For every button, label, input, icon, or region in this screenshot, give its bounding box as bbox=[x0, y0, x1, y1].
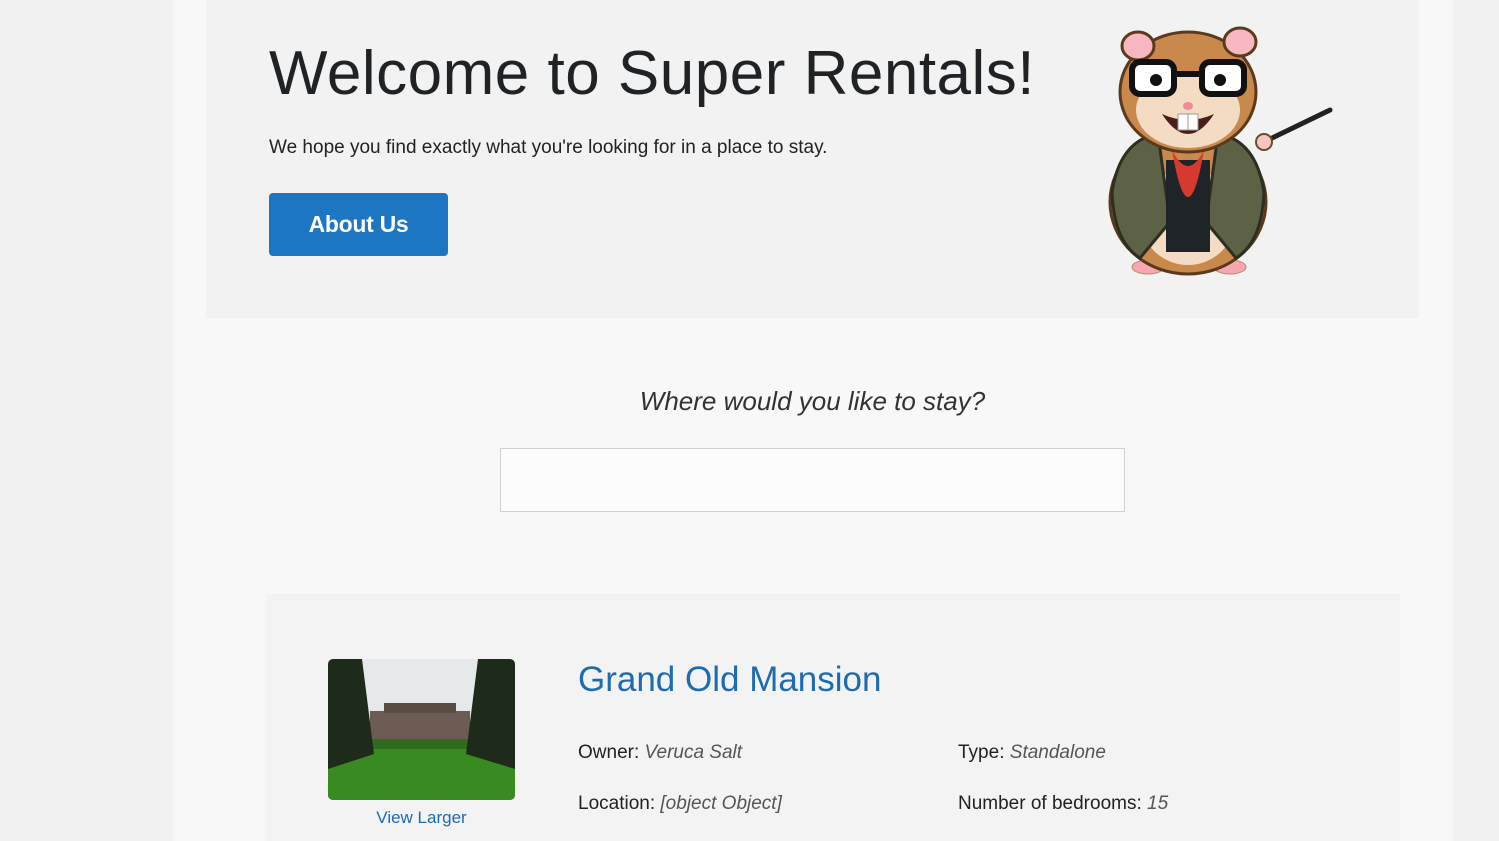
owner-value: Veruca Salt bbox=[644, 742, 743, 763]
welcome-subtitle: We hope you find exactly what you're loo… bbox=[269, 137, 828, 158]
bedrooms-label: Number of bedrooms: bbox=[958, 793, 1142, 814]
mansion-photo-icon bbox=[328, 659, 515, 800]
owner-label: Owner: bbox=[578, 742, 640, 763]
search-input[interactable] bbox=[500, 448, 1125, 512]
location-value: [object Object] bbox=[660, 793, 782, 814]
type-label: Type: bbox=[958, 742, 1005, 763]
type-value: Standalone bbox=[1009, 742, 1106, 763]
rental-thumbnail[interactable] bbox=[328, 659, 515, 800]
view-larger-link[interactable]: View Larger bbox=[328, 808, 515, 828]
rental-title[interactable]: Grand Old Mansion bbox=[578, 660, 881, 700]
location-label: Location: bbox=[578, 793, 656, 814]
type-detail: Type: Standalone bbox=[958, 742, 1106, 764]
bedrooms-value: 15 bbox=[1147, 793, 1169, 814]
hamster-mascot-icon bbox=[1108, 26, 1333, 276]
page-title: Welcome to Super Rentals! bbox=[269, 39, 1036, 108]
location-detail: Location: [object Object] bbox=[578, 793, 782, 815]
about-us-button[interactable]: About Us bbox=[269, 193, 448, 256]
search-prompt: Where would you like to stay? bbox=[639, 386, 986, 416]
bedrooms-detail: Number of bedrooms: 15 bbox=[958, 793, 1168, 815]
owner-detail: Owner: Veruca Salt bbox=[578, 742, 742, 764]
